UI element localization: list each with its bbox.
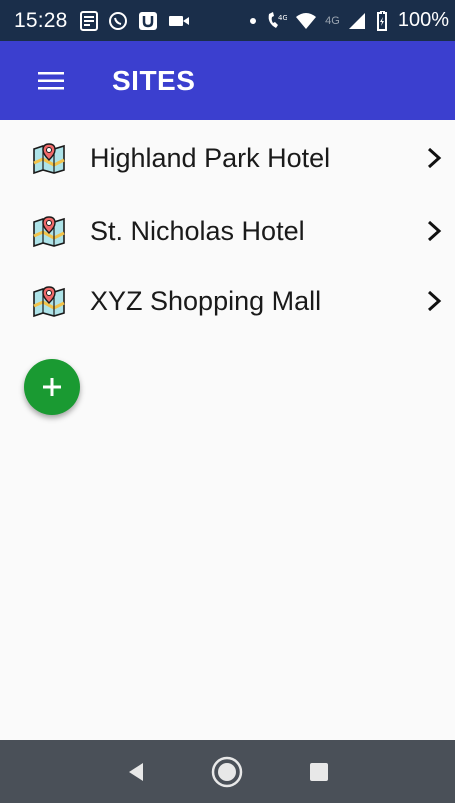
u-app-icon [138, 11, 158, 31]
wifi-call-icon: 4G [265, 11, 287, 31]
site-map-icon [33, 143, 65, 175]
add-site-button[interactable] [24, 359, 80, 415]
status-bar: 15:28 4G 4G 100% [0, 0, 455, 41]
chevron-right-icon [427, 220, 442, 242]
home-button[interactable] [207, 752, 247, 792]
notification-icons [79, 10, 190, 31]
plus-icon [43, 378, 61, 396]
list-item[interactable]: Highland Park Hotel [0, 120, 455, 196]
site-name: Highland Park Hotel [90, 142, 331, 173]
dot-icon [249, 17, 257, 25]
app-bar: SITES [0, 41, 455, 120]
chevron-right-icon [427, 147, 442, 169]
site-list: Highland Park Hotel St. Nicholas Hotel X… [0, 120, 455, 336]
site-map-icon [33, 286, 65, 318]
site-map-icon [33, 216, 65, 248]
battery-percent: 100% [397, 9, 449, 31]
site-name: XYZ Shopping Mall [90, 285, 322, 316]
hamburger-menu-icon [38, 71, 64, 89]
chevron-right-icon [427, 290, 442, 312]
home-icon [212, 756, 243, 787]
network-type-label: 4G [325, 15, 340, 27]
system-icons: 4G 4G 100% [249, 9, 449, 32]
signal-icon [348, 12, 366, 30]
svg-text:4G: 4G [278, 14, 287, 22]
status-time: 15:28 [14, 8, 68, 32]
whatsapp-icon [108, 11, 128, 31]
list-item[interactable]: St. Nicholas Hotel [0, 196, 455, 266]
recents-icon [310, 762, 329, 781]
back-button[interactable] [116, 752, 156, 792]
video-icon [168, 14, 190, 28]
hamburger-menu-button[interactable] [38, 41, 64, 120]
wifi-icon [295, 12, 317, 30]
list-item[interactable]: XYZ Shopping Mall [0, 266, 455, 336]
battery-charging-icon [374, 10, 390, 31]
site-name: St. Nicholas Hotel [90, 215, 305, 246]
page-title: SITES [112, 64, 196, 96]
back-icon [128, 762, 143, 781]
system-nav-bar [0, 740, 455, 803]
news-icon [79, 10, 98, 31]
recents-button[interactable] [299, 752, 339, 792]
